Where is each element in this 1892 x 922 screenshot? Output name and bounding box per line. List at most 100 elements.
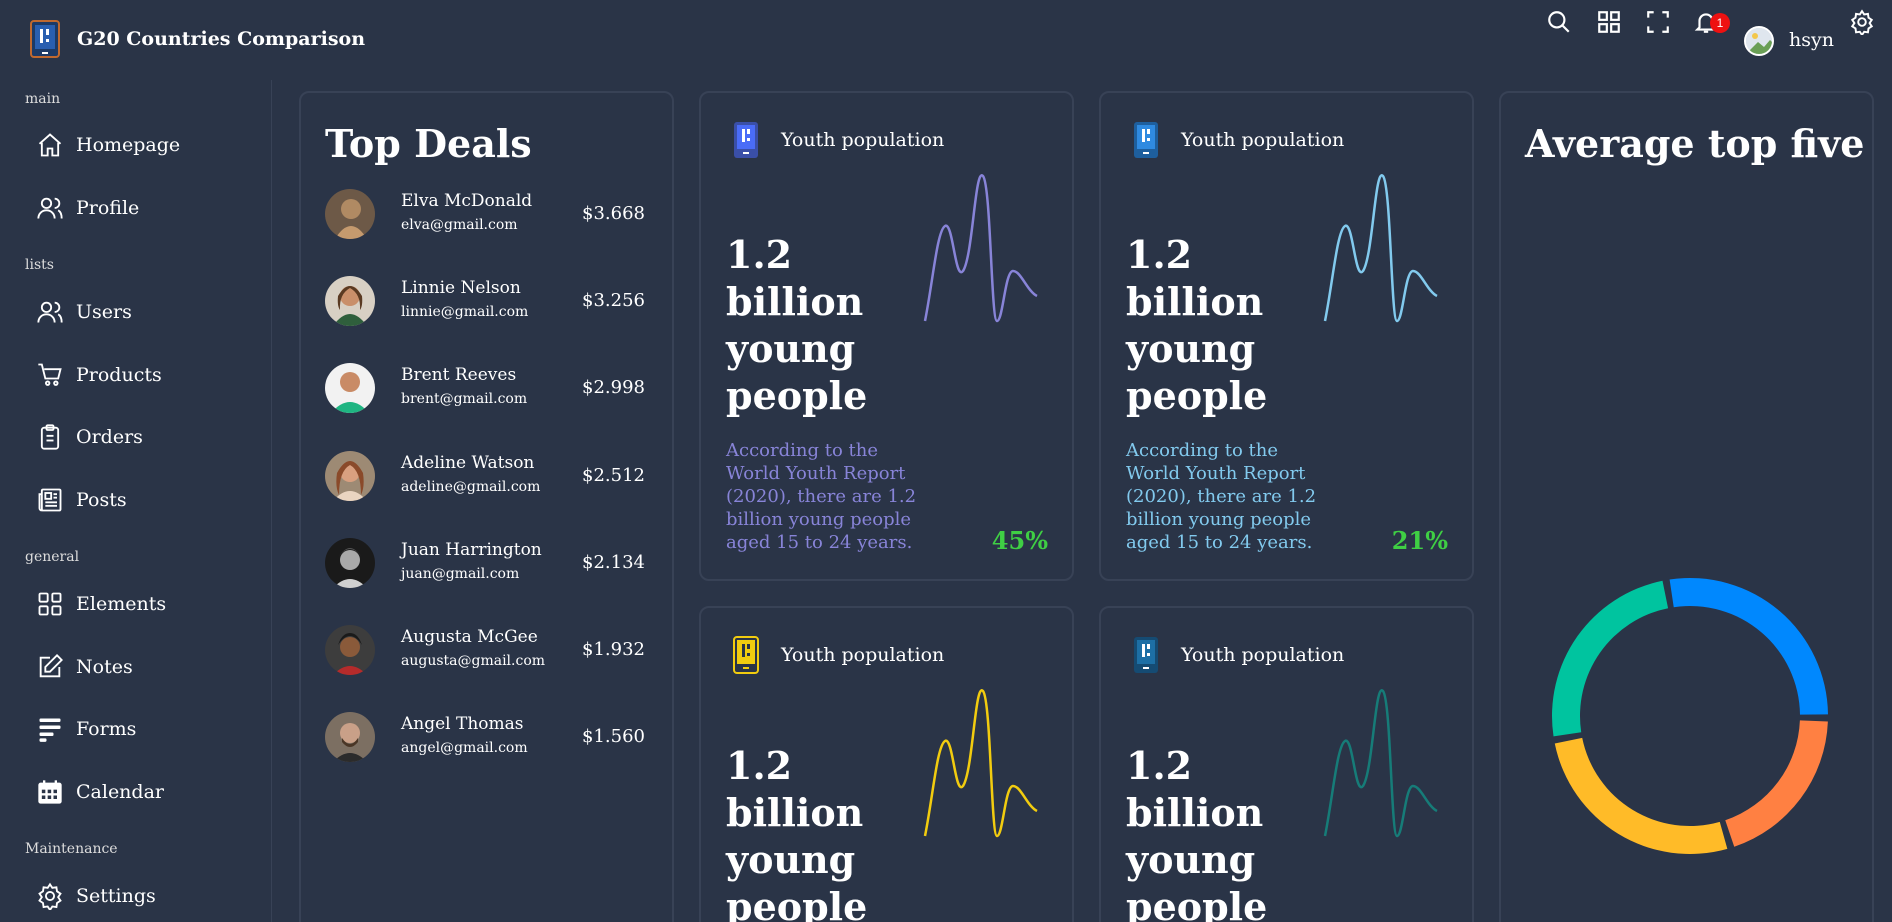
sidebar: main Homepage Profile lists Users Produc… bbox=[0, 80, 272, 922]
average-top-five-title: Average top five bbox=[1525, 121, 1865, 166]
average-top-five-box: Average top five bbox=[1499, 91, 1874, 922]
cart-icon bbox=[38, 363, 62, 386]
sidebar-item-profile[interactable]: Profile bbox=[36, 188, 139, 228]
avatar bbox=[325, 189, 375, 239]
sidebar-item-label: Elements bbox=[76, 593, 167, 615]
deal-amount: $1.560 bbox=[582, 726, 645, 747]
deal-email: adeline@gmail.com bbox=[401, 479, 541, 495]
donut-slice[interactable] bbox=[1725, 720, 1828, 847]
donut-slice[interactable] bbox=[1669, 578, 1828, 715]
donut-slice[interactable] bbox=[1554, 737, 1728, 854]
deal-name: Augusta McGee bbox=[401, 627, 538, 647]
avatar bbox=[325, 276, 375, 326]
deal-row[interactable]: Angel Thomas angel@gmail.com $1.560 bbox=[325, 712, 645, 768]
avatar bbox=[325, 538, 375, 588]
fullscreen-icon[interactable] bbox=[1645, 9, 1671, 35]
deal-email: elva@gmail.com bbox=[401, 217, 518, 233]
sidebar-section-lists: lists bbox=[25, 257, 54, 273]
sidebar-item-products[interactable]: Products bbox=[36, 355, 162, 395]
deal-name: Angel Thomas bbox=[401, 714, 524, 734]
deal-amount: $2.512 bbox=[582, 465, 645, 486]
sidebar-item-label: Users bbox=[76, 301, 132, 323]
card-title: Youth population bbox=[781, 129, 945, 151]
deal-amount: $3.668 bbox=[582, 203, 645, 224]
settings-gear-icon[interactable] bbox=[1849, 9, 1875, 37]
clipboard-icon bbox=[40, 424, 60, 450]
deal-name: Linnie Nelson bbox=[401, 278, 521, 298]
sidebar-section-maintenance: Maintenance bbox=[25, 841, 118, 857]
deal-row[interactable]: Adeline Watson adeline@gmail.com $2.512 bbox=[325, 451, 645, 507]
sidebar-item-users[interactable]: Users bbox=[36, 292, 132, 332]
top-deals-title: Top Deals bbox=[325, 121, 532, 166]
deal-row[interactable]: Juan Harrington juan@gmail.com $2.134 bbox=[325, 538, 645, 594]
deal-amount: $2.134 bbox=[582, 552, 645, 573]
donut-chart bbox=[1552, 578, 1828, 854]
avatar bbox=[325, 712, 375, 762]
deal-email: juan@gmail.com bbox=[401, 566, 520, 582]
card-title: Youth population bbox=[1181, 644, 1345, 666]
sidebar-item-label: Homepage bbox=[76, 134, 181, 156]
card-value: 1.2 billion young people bbox=[726, 232, 868, 418]
sidebar-item-label: Products bbox=[76, 364, 162, 386]
sidebar-item-posts[interactable]: Posts bbox=[36, 480, 127, 520]
grid-icon bbox=[38, 592, 62, 616]
sidebar-item-orders[interactable]: Orders bbox=[36, 417, 143, 457]
deal-row[interactable]: Augusta McGee augusta@gmail.com $1.932 bbox=[325, 625, 645, 681]
sidebar-item-label: Calendar bbox=[76, 781, 164, 803]
sparkline-chart bbox=[923, 689, 1038, 838]
deal-amount: $1.932 bbox=[582, 639, 645, 660]
deal-name: Adeline Watson bbox=[401, 453, 535, 473]
sidebar-item-elements[interactable]: Elements bbox=[36, 584, 166, 624]
user-avatar[interactable] bbox=[1744, 26, 1774, 56]
deal-email: brent@gmail.com bbox=[401, 391, 528, 407]
deal-row[interactable]: Brent Reeves brent@gmail.com $2.998 bbox=[325, 363, 645, 419]
card-header: Youth population bbox=[733, 636, 944, 674]
sidebar-item-settings[interactable]: Settings bbox=[36, 876, 156, 916]
sidebar-item-notes[interactable]: Notes bbox=[36, 647, 133, 687]
card-header: Youth population bbox=[1133, 636, 1344, 674]
card-title: Youth population bbox=[1181, 129, 1345, 151]
apps-grid-icon[interactable] bbox=[1596, 9, 1622, 35]
sidebar-item-label: Settings bbox=[76, 885, 156, 907]
card-logo-icon bbox=[1134, 637, 1158, 673]
avatar bbox=[325, 451, 375, 501]
donut-slice[interactable] bbox=[1552, 580, 1669, 737]
card-title: Youth population bbox=[781, 644, 945, 666]
newspaper-icon bbox=[38, 488, 62, 512]
top-bar: G20 Countries Comparison 1 hsyn bbox=[0, 0, 1892, 80]
top-deals-box: Top Deals Elva McDonald elva@gmail.com $… bbox=[299, 91, 674, 922]
notification-badge: 1 bbox=[1710, 13, 1730, 33]
user-icon bbox=[37, 197, 63, 219]
sparkline-chart bbox=[1323, 689, 1438, 838]
sparkline-chart bbox=[923, 174, 1038, 323]
deal-row[interactable]: Elva McDonald elva@gmail.com $3.668 bbox=[325, 189, 645, 245]
youth-population-card: Youth population 1.2 billion young peopl… bbox=[699, 606, 1074, 922]
deal-email: augusta@gmail.com bbox=[401, 653, 546, 669]
sidebar-section-general: general bbox=[25, 549, 80, 565]
sidebar-item-calendar[interactable]: Calendar bbox=[36, 772, 164, 812]
card-value: 1.2 billion young people bbox=[1126, 232, 1268, 418]
sidebar-item-homepage[interactable]: Homepage bbox=[36, 125, 180, 165]
card-logo-icon bbox=[734, 122, 758, 158]
sidebar-item-label: Profile bbox=[76, 197, 140, 219]
deal-name: Brent Reeves bbox=[401, 365, 517, 385]
card-percent: 45% bbox=[991, 526, 1048, 555]
avatar bbox=[325, 363, 375, 413]
forms-icon bbox=[39, 718, 61, 742]
deal-email: angel@gmail.com bbox=[401, 740, 528, 756]
sidebar-item-forms[interactable]: Forms bbox=[36, 709, 136, 749]
username[interactable]: hsyn bbox=[1789, 29, 1834, 51]
app-logo-icon[interactable] bbox=[30, 20, 60, 58]
deal-row[interactable]: Linnie Nelson linnie@gmail.com $3.256 bbox=[325, 276, 645, 332]
edit-icon bbox=[39, 654, 63, 678]
users-icon bbox=[37, 301, 63, 323]
search-icon[interactable] bbox=[1546, 9, 1572, 35]
calendar-icon bbox=[38, 780, 62, 804]
sidebar-item-label: Notes bbox=[76, 656, 133, 678]
avatar bbox=[325, 625, 375, 675]
card-description: According to the World Youth Report (202… bbox=[1126, 440, 1317, 553]
home-icon bbox=[38, 133, 62, 157]
deal-email: linnie@gmail.com bbox=[401, 304, 529, 320]
youth-population-card: Youth population 1.2 billion young peopl… bbox=[1099, 91, 1474, 581]
sidebar-section-main: main bbox=[25, 91, 61, 107]
